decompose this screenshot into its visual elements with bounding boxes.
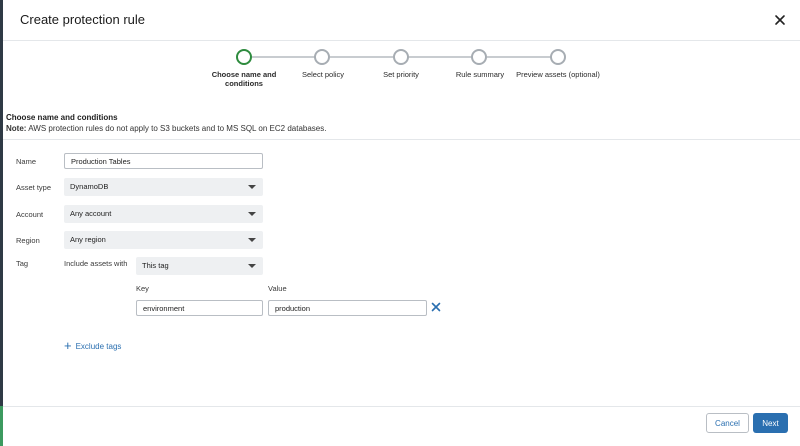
region-select[interactable]: Any region [64,231,263,249]
account-label: Account [16,210,44,219]
tag-mode-value: This tag [142,261,169,270]
step-2-label: Select policy [301,70,345,79]
dialog-title: Create protection rule [20,12,146,27]
next-button[interactable]: Next [753,413,788,433]
name-label: Name [16,157,37,166]
include-assets-label: Include assets with [64,259,128,268]
value-header: Value [268,284,287,293]
asset-type-label: Asset type [16,183,52,192]
chevron-down-icon [248,185,256,189]
step-connector [487,56,551,58]
section-title: Choose name and conditions [6,113,118,122]
step-4-circle[interactable] [471,49,487,65]
step-3-label: Set priority [383,70,419,79]
step-5-label: Preview assets (optional) [516,70,600,79]
footer-divider [3,406,800,407]
step-1-circle[interactable] [236,49,252,65]
section-header: Choose name and conditions Note: AWS pro… [6,113,796,135]
asset-type-value: DynamoDB [70,182,109,191]
exclude-tags-link[interactable]: + Exclude tags [64,338,122,353]
tag-mode-select[interactable]: This tag [136,257,263,275]
note-label: Note: [6,124,27,133]
chevron-down-icon [248,264,256,268]
step-5-circle[interactable] [550,49,566,65]
step-1-label: Choose name and conditions [211,70,277,88]
step-connector [252,56,315,58]
step-connector [330,56,393,58]
name-input[interactable] [64,153,263,169]
tag-value-input[interactable] [268,300,427,316]
account-value: Any account [70,209,112,218]
step-4-label: Rule summary [455,70,505,79]
plus-icon: + [64,338,72,353]
step-connector [408,56,472,58]
region-label: Region [16,236,40,245]
tag-label: Tag [16,259,29,268]
section-note: Note: AWS protection rules do not apply … [6,123,796,135]
tag-key-input[interactable] [136,300,263,316]
asset-type-select[interactable]: DynamoDB [64,178,263,196]
remove-tag-icon[interactable] [431,302,441,312]
note-text: AWS protection rules do not apply to S3 … [26,124,327,133]
section-divider [3,139,800,140]
step-3-circle[interactable] [393,49,409,65]
cancel-button[interactable]: Cancel [706,413,749,433]
account-select[interactable]: Any account [64,205,263,223]
key-header: Key [136,284,149,293]
region-value: Any region [70,235,106,244]
stepper: Choose name and conditions Select policy… [0,41,800,113]
chevron-down-icon [248,238,256,242]
left-edge-accent [0,406,3,446]
close-icon[interactable] [772,12,788,28]
chevron-down-icon [248,212,256,216]
dialog-header: Create protection rule [3,0,800,41]
exclude-tags-label: Exclude tags [75,341,122,351]
step-2-circle[interactable] [314,49,330,65]
